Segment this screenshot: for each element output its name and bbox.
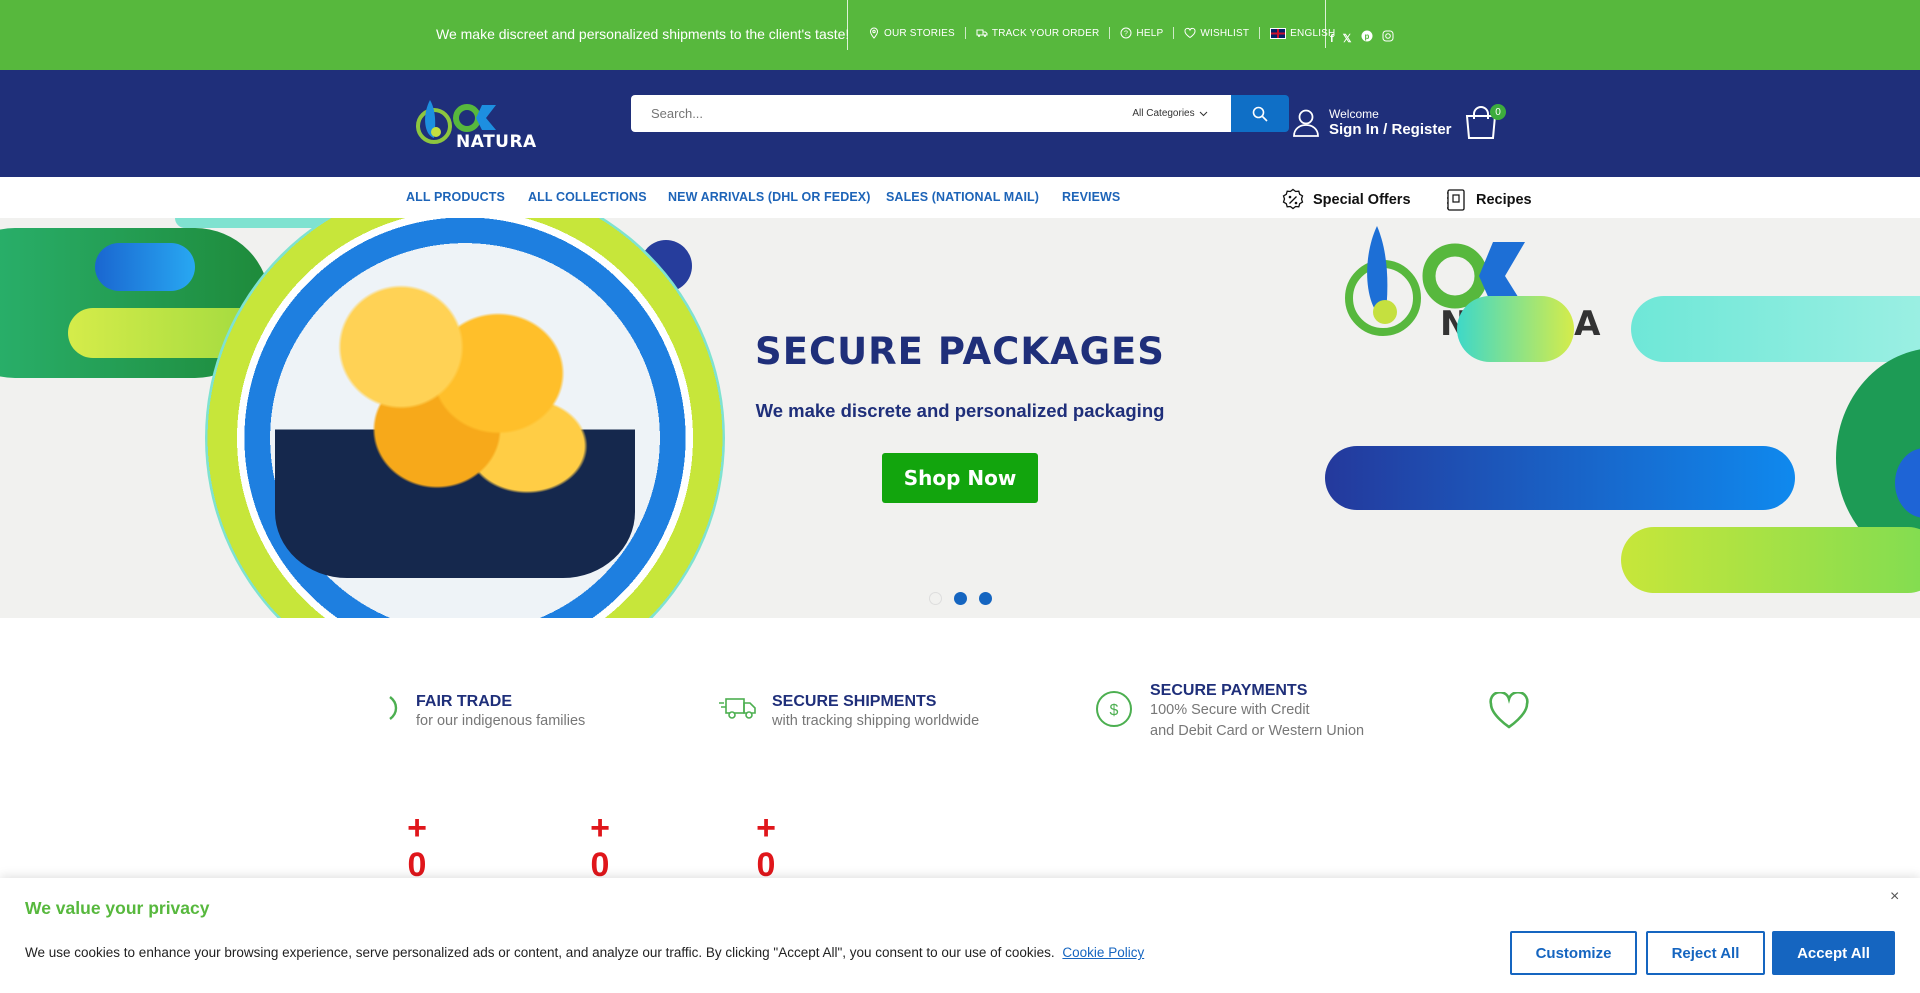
recipe-book-icon [1447, 189, 1465, 211]
wishlist-link[interactable]: WISHLIST [1174, 27, 1261, 39]
slider-dot[interactable] [954, 592, 967, 605]
help-link[interactable]: ? HELP [1110, 27, 1175, 39]
cart-count-badge: 0 [1490, 104, 1506, 120]
feature-text: 100% Secure with Credit [1150, 702, 1310, 718]
decor-shape [95, 243, 195, 291]
hero-banner: NATURA SECURE PACKAGES We make discrete … [0, 218, 1920, 618]
category-select[interactable]: All Categories [989, 95, 1231, 132]
logo-text: NATURA [456, 132, 537, 152]
counter-plus: + [407, 809, 427, 847]
nav-all-collections[interactable]: ALL COLLECTIONS [528, 190, 647, 204]
special-offers-label: Special Offers [1313, 192, 1411, 208]
uk-flag-icon [1270, 27, 1287, 39]
cookie-text: We use cookies to enhance your browsing … [25, 945, 1144, 960]
counter-plus: + [590, 809, 610, 847]
search-button[interactable] [1231, 95, 1289, 132]
feature-secure-shipments: SECURE SHIPMENTS with tracking shipping … [718, 693, 979, 732]
svg-text:?: ? [1124, 31, 1128, 38]
main-nav: ALL PRODUCTS ALL COLLECTIONS NEW ARRIVAL… [0, 177, 1920, 218]
counter: + 0 [751, 811, 781, 885]
top-links: OUR STORIES TRACK YOUR ORDER ? HELP WISH… [858, 27, 1345, 39]
special-offers-link[interactable]: Special Offers [1281, 188, 1411, 212]
top-tagline: We make discreet and personalized shipme… [436, 26, 850, 42]
hero-subtitle: We make discrete and personalized packag… [755, 400, 1165, 421]
delivery-truck-icon [719, 698, 756, 719]
cookie-consent-banner: We value your privacy We use cookies to … [0, 878, 1920, 993]
counter: + 0 [402, 811, 432, 885]
feature-text: for our indigenous families [416, 713, 586, 729]
feature-title: SECURE SHIPMENTS [772, 693, 937, 710]
site-logo[interactable]: NATURA [412, 90, 536, 156]
our-stories-label: OUR STORIES [884, 27, 955, 39]
slider-dot[interactable] [979, 592, 992, 605]
feature-text: with tracking shipping worldwide [772, 713, 980, 729]
slider-dots [929, 592, 992, 605]
search-input[interactable] [631, 95, 989, 132]
pinterest-icon[interactable]: p [1361, 29, 1373, 47]
our-stories-link[interactable]: OUR STORIES [858, 27, 966, 39]
social-links: f 𝕏 p [1330, 29, 1394, 47]
feature-title: SECURE PAYMENTS [1150, 682, 1308, 699]
dollar-circle-icon: $ [1096, 691, 1132, 727]
facebook-icon[interactable]: f [1330, 29, 1334, 47]
help-circle-icon: ? [1120, 27, 1132, 39]
divider [847, 0, 848, 50]
decor-shape [1325, 446, 1795, 510]
svg-text:$: $ [1110, 702, 1119, 719]
search-icon [1252, 106, 1268, 122]
nav-sales[interactable]: SALES (NATIONAL MAIL) [886, 190, 1039, 204]
recipes-link[interactable]: Recipes [1444, 188, 1532, 212]
hero-title: SECURE PACKAGES [755, 330, 1165, 373]
nav-reviews[interactable]: REVIEWS [1062, 190, 1120, 204]
user-icon[interactable] [1290, 106, 1322, 138]
top-bar: We make discreet and personalized shipme… [0, 0, 1920, 70]
shop-now-button[interactable]: Shop Now [882, 453, 1038, 503]
x-icon[interactable]: 𝕏 [1343, 29, 1352, 47]
handshake-icon [389, 696, 398, 720]
divider [1325, 0, 1326, 48]
recipes-label: Recipes [1476, 192, 1532, 208]
track-order-link[interactable]: TRACK YOUR ORDER [966, 27, 1111, 39]
cookie-title: We value your privacy [25, 898, 210, 918]
nav-all-products[interactable]: ALL PRODUCTS [406, 190, 505, 204]
nav-new-arrivals[interactable]: NEW ARRIVALS (DHL OR FEDEX) [668, 190, 870, 204]
counter-plus: + [756, 809, 776, 847]
category-select-label: All Categories [1132, 108, 1195, 119]
truck-icon [976, 29, 988, 37]
sign-in-register-link[interactable]: Sign In / Register [1329, 121, 1452, 138]
svg-text:p: p [1364, 32, 1369, 41]
cookie-policy-link[interactable]: Cookie Policy [1062, 945, 1144, 960]
chevron-down-icon [1199, 111, 1207, 116]
percent-badge-icon [1282, 188, 1304, 210]
map-pin-icon [869, 27, 879, 39]
slider-dot[interactable] [929, 592, 942, 605]
language-label: ENGLISH [1290, 27, 1336, 39]
feature-fair-trade: FAIR TRADE for our indigenous families [388, 693, 585, 732]
feature-text: and Debit Card or Western Union [1150, 723, 1365, 739]
feature-secure-payments: $ SECURE PAYMENTS 100% Secure with Credi… [1095, 682, 1364, 742]
track-order-label: TRACK YOUR ORDER [991, 27, 1100, 39]
wishlist-label: WISHLIST [1200, 27, 1250, 39]
feature-title: FAIR TRADE [416, 693, 512, 710]
welcome-text: Welcome [1329, 107, 1379, 121]
close-icon[interactable]: × [1890, 888, 1899, 906]
heart-icon [1184, 27, 1196, 39]
counter: + 0 [585, 811, 615, 885]
accept-all-button[interactable]: Accept All [1772, 931, 1895, 975]
search-box [631, 95, 989, 132]
site-header: NATURA All Categories [0, 70, 1920, 177]
customize-button[interactable]: Customize [1510, 931, 1637, 975]
instagram-icon[interactable] [1382, 29, 1394, 47]
heart-outline-icon [1489, 692, 1529, 729]
reject-all-button[interactable]: Reject All [1646, 931, 1765, 975]
help-label: HELP [1136, 27, 1164, 39]
cookie-text-body: We use cookies to enhance your browsing … [25, 945, 1055, 960]
decor-shape [1621, 527, 1920, 593]
